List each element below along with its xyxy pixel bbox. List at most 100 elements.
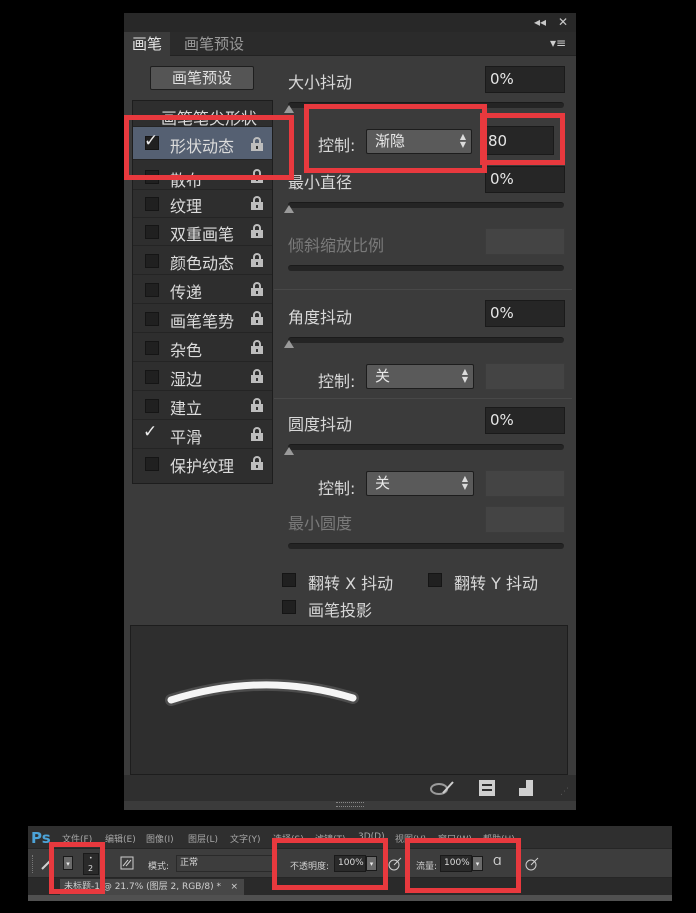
roundness-control-label: 控制: xyxy=(318,479,356,498)
menu-edit[interactable]: 编辑(E) xyxy=(105,832,136,845)
highlight-control-select xyxy=(304,104,487,173)
lock-icon[interactable] xyxy=(251,224,263,238)
size-jitter-field[interactable]: 0% xyxy=(485,66,565,93)
angle-jitter-slider[interactable] xyxy=(288,337,564,343)
list-item-label: 纹理 xyxy=(170,197,203,216)
list-item-smoothing[interactable]: ✓ 平滑 xyxy=(133,421,272,449)
roundness-jitter-label: 圆度抖动 xyxy=(288,415,353,434)
slider-thumb[interactable] xyxy=(284,447,294,455)
slider-thumb[interactable] xyxy=(284,205,294,213)
checkbox[interactable] xyxy=(145,312,159,326)
tilt-scale-label: 倾斜缩放比例 xyxy=(288,236,385,255)
slider-thumb[interactable] xyxy=(284,340,294,348)
menu-layer[interactable]: 图层(L) xyxy=(188,832,218,845)
menu-image[interactable]: 图像(I) xyxy=(146,832,174,845)
resize-grip-icon[interactable]: ⋰ xyxy=(560,787,569,797)
flip-y-label: 翻转 Y 抖动 xyxy=(454,574,538,593)
tab-brush[interactable]: 画笔 xyxy=(124,32,171,56)
ps-logo: Ps xyxy=(31,829,51,847)
list-item-color-dynamics[interactable]: 颜色动态 xyxy=(133,247,272,275)
lock-icon[interactable] xyxy=(251,340,263,354)
checkbox[interactable] xyxy=(428,573,442,587)
angle-jitter-label: 角度抖动 xyxy=(288,308,353,327)
select-value: 关 xyxy=(375,367,391,385)
lock-icon[interactable] xyxy=(251,427,263,441)
panel-footer: ⋰ xyxy=(124,775,576,801)
list-item-dual-brush[interactable]: 双重画笔 xyxy=(133,218,272,246)
slider-thumb[interactable] xyxy=(284,105,294,113)
angle-control-select[interactable]: 关 ▲ ▼ xyxy=(366,364,474,389)
roundness-control-select[interactable]: 关 ▲ ▼ xyxy=(366,471,474,496)
min-diameter-field[interactable]: 0% xyxy=(485,166,565,193)
chevron-updown-icon: ▲ ▼ xyxy=(461,367,468,384)
size-jitter-label: 大小抖动 xyxy=(288,73,353,92)
brush-projection-label: 画笔投影 xyxy=(308,601,373,620)
checkbox[interactable] xyxy=(145,341,159,355)
min-roundness-field xyxy=(485,506,565,533)
list-item-label: 双重画笔 xyxy=(170,225,235,244)
checkbox[interactable] xyxy=(145,254,159,268)
roundness-jitter-slider[interactable] xyxy=(288,444,564,450)
new-brush-icon[interactable] xyxy=(518,779,534,797)
angle-jitter-field[interactable]: 0% xyxy=(485,300,565,327)
list-item-label: 传递 xyxy=(170,283,203,302)
panel-tabs: 画笔 画笔预设 ▾≡ xyxy=(124,32,576,56)
brush-panel-toggle-icon[interactable] xyxy=(120,856,134,870)
highlight-flow xyxy=(405,838,521,893)
panel-titlebar: ◂◂ ✕ xyxy=(124,13,576,32)
lock-icon[interactable] xyxy=(251,282,263,296)
list-item-label: 杂色 xyxy=(170,341,203,360)
list-item-protect-texture[interactable]: 保护纹理 xyxy=(133,450,272,478)
min-roundness-slider xyxy=(288,543,564,549)
lock-icon[interactable] xyxy=(251,369,263,383)
new-preset-icon[interactable] xyxy=(478,779,496,797)
checkbox[interactable] xyxy=(145,283,159,297)
checkmark-icon: ✓ xyxy=(143,422,158,442)
list-item-build-up[interactable]: 建立 xyxy=(133,392,272,420)
gripper-icon[interactable] xyxy=(336,802,364,807)
list-item-wet-edges[interactable]: 湿边 xyxy=(133,363,272,391)
close-tab-icon[interactable]: × xyxy=(230,879,238,895)
mode-select[interactable]: 正常 xyxy=(176,855,274,872)
list-item-brush-pose[interactable]: 画笔笔势 xyxy=(133,305,272,333)
flip-x-jitter-option[interactable]: 翻转 X 抖动 xyxy=(282,570,422,593)
pressure-size-icon[interactable] xyxy=(525,857,539,871)
checkbox[interactable] xyxy=(282,573,296,587)
list-item-label: 画笔笔势 xyxy=(170,312,235,331)
mode-label: 模式: xyxy=(148,862,170,872)
list-item-transfer[interactable]: 传递 xyxy=(133,276,272,304)
pressure-opacity-icon[interactable] xyxy=(388,857,402,871)
angle-control-field xyxy=(485,363,565,390)
checkbox[interactable]: ✓ xyxy=(143,422,159,442)
roundness-jitter-field[interactable]: 0% xyxy=(485,407,565,434)
list-item-texture[interactable]: 纹理 xyxy=(133,190,272,218)
brush-projection-option[interactable]: 画笔投影 xyxy=(282,597,422,620)
checkbox[interactable] xyxy=(145,197,159,211)
lock-icon[interactable] xyxy=(251,253,263,267)
toggle-preview-icon[interactable] xyxy=(429,780,455,796)
select-value: 关 xyxy=(375,474,391,492)
panel-menu-icon[interactable]: ▾≡ xyxy=(550,36,566,50)
flip-y-jitter-option[interactable]: 翻转 Y 抖动 xyxy=(428,570,568,593)
checkbox[interactable] xyxy=(145,370,159,384)
divider xyxy=(274,398,572,399)
brush-presets-button[interactable]: 画笔预设 xyxy=(150,66,254,90)
checkbox[interactable] xyxy=(145,225,159,239)
lock-icon[interactable] xyxy=(251,196,263,210)
highlight-opacity xyxy=(272,838,388,890)
checkbox[interactable] xyxy=(145,399,159,413)
brush-stroke-preview xyxy=(130,625,568,775)
flip-x-label: 翻转 X 抖动 xyxy=(308,574,394,593)
list-item-label: 建立 xyxy=(170,399,203,418)
lock-icon[interactable] xyxy=(251,311,263,325)
lock-icon[interactable] xyxy=(251,456,263,470)
checkbox[interactable] xyxy=(145,457,159,471)
tab-brush-presets[interactable]: 画笔预设 xyxy=(176,32,252,56)
menu-type[interactable]: 文字(Y) xyxy=(230,832,261,845)
close-icon[interactable]: ✕ xyxy=(558,15,568,29)
lock-icon[interactable] xyxy=(251,398,263,412)
list-item-noise[interactable]: 杂色 xyxy=(133,334,272,362)
checkbox[interactable] xyxy=(282,600,296,614)
collapse-icon[interactable]: ◂◂ xyxy=(534,15,546,29)
min-diameter-slider[interactable] xyxy=(288,202,564,208)
